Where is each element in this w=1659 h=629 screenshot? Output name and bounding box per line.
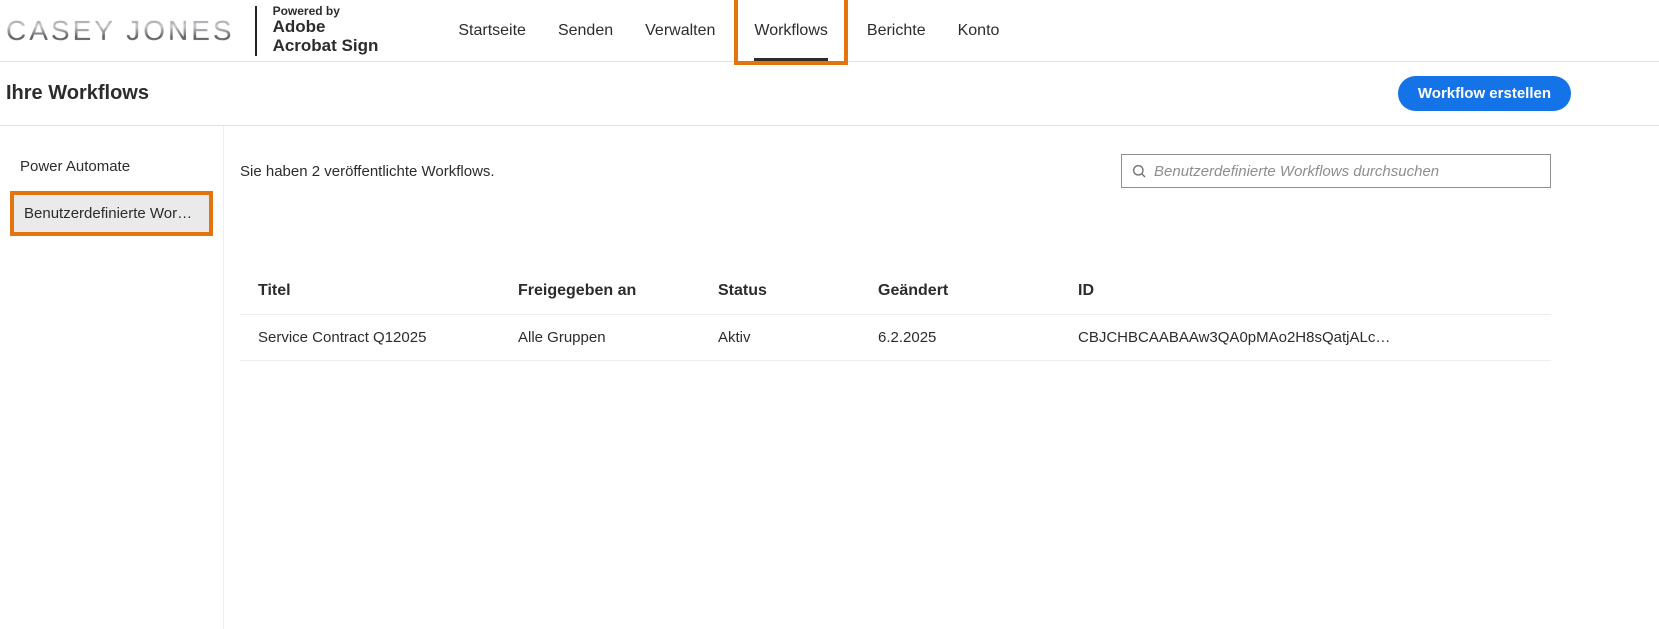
cell-modified: 6.2.2025 xyxy=(878,329,1078,346)
sidebar: Power Automate Benutzerdefinierte Workfl… xyxy=(0,126,224,629)
create-workflow-button[interactable]: Workflow erstellen xyxy=(1398,76,1571,111)
cell-title: Service Contract Q12025 xyxy=(258,329,518,346)
cell-id: CBJCHBCAABAAw3QA0pMAo2H8sQatjALc… xyxy=(1078,329,1533,346)
search-field-wrap xyxy=(1121,154,1551,188)
nav-reports[interactable]: Berichte xyxy=(851,0,942,61)
cell-status: Aktiv xyxy=(718,329,878,346)
content-top-row: Sie haben 2 veröffentlichte Workflows. xyxy=(240,154,1551,188)
col-title[interactable]: Titel xyxy=(258,282,518,300)
col-id[interactable]: ID xyxy=(1078,282,1533,300)
table-header: Titel Freigegeben an Status Geändert ID xyxy=(240,268,1551,315)
app-header: CASEY JONES Powered by Adobe Acrobat Sig… xyxy=(0,0,1659,62)
brand-name-line2: Acrobat Sign xyxy=(273,37,379,56)
nav-manage[interactable]: Verwalten xyxy=(629,0,731,61)
primary-nav: Startseite Senden Verwalten Workflows Be… xyxy=(442,0,1015,61)
sidebar-item-power-automate[interactable]: Power Automate xyxy=(10,148,213,185)
divider xyxy=(255,6,257,56)
col-status[interactable]: Status xyxy=(718,282,878,300)
powered-by-block: Powered by Adobe Acrobat Sign xyxy=(273,5,379,56)
page-subheader: Ihre Workflows Workflow erstellen xyxy=(0,62,1659,126)
tenant-logo: CASEY JONES xyxy=(6,15,235,47)
col-modified[interactable]: Geändert xyxy=(878,282,1078,300)
nav-home[interactable]: Startseite xyxy=(442,0,542,61)
page-body: Power Automate Benutzerdefinierte Workfl… xyxy=(0,126,1659,629)
nav-account[interactable]: Konto xyxy=(942,0,1016,61)
cell-shared: Alle Gruppen xyxy=(518,329,718,346)
table-row[interactable]: Service Contract Q12025 Alle Gruppen Akt… xyxy=(240,315,1551,361)
search-icon xyxy=(1131,163,1147,179)
sidebar-item-custom-workflows[interactable]: Benutzerdefinierte Workfl… xyxy=(14,195,209,232)
page-title: Ihre Workflows xyxy=(6,82,149,105)
brand-name-line1: Adobe xyxy=(273,18,379,37)
col-shared[interactable]: Freigegeben an xyxy=(518,282,718,300)
content-area: Sie haben 2 veröffentlichte Workflows. T… xyxy=(224,126,1659,629)
workflows-table: Titel Freigegeben an Status Geändert ID … xyxy=(240,268,1551,361)
nav-workflows[interactable]: Workflows xyxy=(734,0,848,65)
search-input[interactable] xyxy=(1121,154,1551,188)
nav-send[interactable]: Senden xyxy=(542,0,629,61)
brand-block: CASEY JONES Powered by Adobe Acrobat Sig… xyxy=(6,5,398,56)
published-count-text: Sie haben 2 veröffentlichte Workflows. xyxy=(240,163,495,180)
